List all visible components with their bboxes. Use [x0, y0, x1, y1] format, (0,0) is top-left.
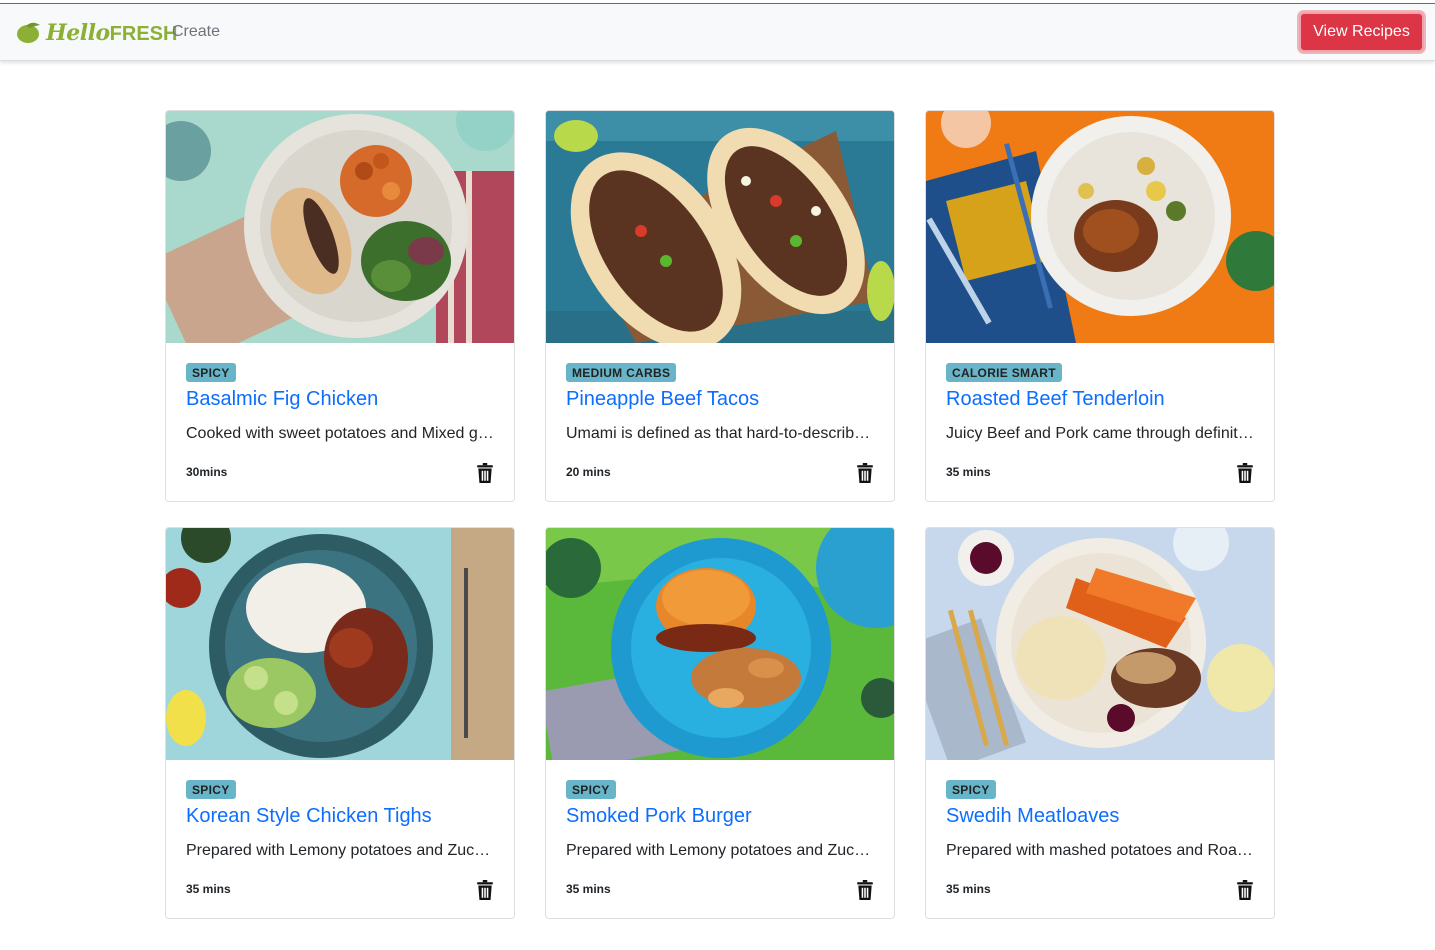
recipe-description: Cooked with sweet potatoes and Mixed gre… — [186, 425, 494, 442]
cook-time: 35 mins — [946, 882, 991, 896]
card-footer: 35 mins — [186, 878, 494, 902]
recipe-description: Prepared with Lemony potatoes and Zucchi… — [566, 842, 874, 859]
trash-icon[interactable] — [856, 880, 874, 900]
tag-badge: SPICY — [566, 780, 616, 799]
tag-badge: SPICY — [186, 363, 236, 382]
card-footer: 20 mins — [566, 461, 874, 485]
plate-chicken-sweet-potatoes-image — [166, 111, 514, 343]
trash-icon[interactable] — [476, 463, 494, 483]
recipe-title-link[interactable]: Smoked Pork Burger — [566, 805, 874, 828]
brand-name: HelloFRESH — [46, 20, 177, 46]
tag-badge: SPICY — [946, 780, 996, 799]
recipe-card: CALORIE SMART Roasted Beef Tenderloin Ju… — [925, 110, 1275, 502]
beef-tenderloin-plate-image — [926, 111, 1274, 343]
recipe-description: Umami is defined as that hard-to-describ… — [566, 425, 874, 442]
card-footer: 35 mins — [946, 461, 1254, 485]
recipe-description: Prepared with Lemony potatoes and Zucchi… — [186, 842, 494, 859]
cook-time: 20 mins — [566, 465, 611, 479]
card-footer: 30mins — [186, 461, 494, 485]
cook-time: 35 mins — [566, 882, 611, 896]
navbar: HelloFRESH Create View Recipes — [0, 4, 1435, 61]
recipe-title-link[interactable]: Roasted Beef Tenderloin — [946, 388, 1254, 411]
brand-fresh: FRESH — [109, 23, 178, 45]
tag-badge: CALORIE SMART — [946, 363, 1062, 382]
brand-hello: Hello — [46, 20, 110, 46]
recipe-card: SPICY Korean Style Chicken Tighs Prepare… — [165, 527, 515, 919]
trash-icon[interactable] — [1236, 880, 1254, 900]
recipe-description: Prepared with mashed potatoes and Roaste… — [946, 842, 1254, 859]
lime-icon — [17, 22, 40, 43]
meatloaves-plate-image — [926, 528, 1274, 760]
recipe-card: SPICY Smoked Pork Burger Prepared with L… — [545, 527, 895, 919]
korean-chicken-bowl-image — [166, 528, 514, 760]
recipe-card: MEDIUM CARBS Pineapple Beef Tacos Umami … — [545, 110, 895, 502]
card-footer: 35 mins — [566, 878, 874, 902]
recipe-card: SPICY Basalmic Fig Chicken Cooked with s… — [165, 110, 515, 502]
recipe-title-link[interactable]: Pineapple Beef Tacos — [566, 388, 874, 411]
tag-badge: MEDIUM CARBS — [566, 363, 677, 382]
cook-time: 35 mins — [186, 882, 231, 896]
brand-logo[interactable]: HelloFRESH — [16, 18, 177, 48]
recipe-card: SPICY Swedih Meatloaves Prepared with ma… — [925, 527, 1275, 919]
trash-icon[interactable] — [1236, 463, 1254, 483]
pork-burger-plate-image — [546, 528, 894, 760]
cook-time: 35 mins — [946, 465, 991, 479]
create-link[interactable]: Create — [172, 23, 220, 41]
recipe-title-link[interactable]: Korean Style Chicken Tighs — [186, 805, 494, 828]
trash-icon[interactable] — [856, 463, 874, 483]
recipe-title-link[interactable]: Swedih Meatloaves — [946, 805, 1254, 828]
cook-time: 30mins — [186, 465, 228, 479]
beef-tacos-image — [546, 111, 894, 343]
recipe-title-link[interactable]: Basalmic Fig Chicken — [186, 388, 494, 411]
view-recipes-button[interactable]: View Recipes — [1299, 12, 1424, 52]
tag-badge: SPICY — [186, 780, 236, 799]
trash-icon[interactable] — [476, 880, 494, 900]
recipe-description: Juicy Beef and Pork came through definit… — [946, 425, 1254, 442]
card-footer: 35 mins — [946, 878, 1254, 902]
